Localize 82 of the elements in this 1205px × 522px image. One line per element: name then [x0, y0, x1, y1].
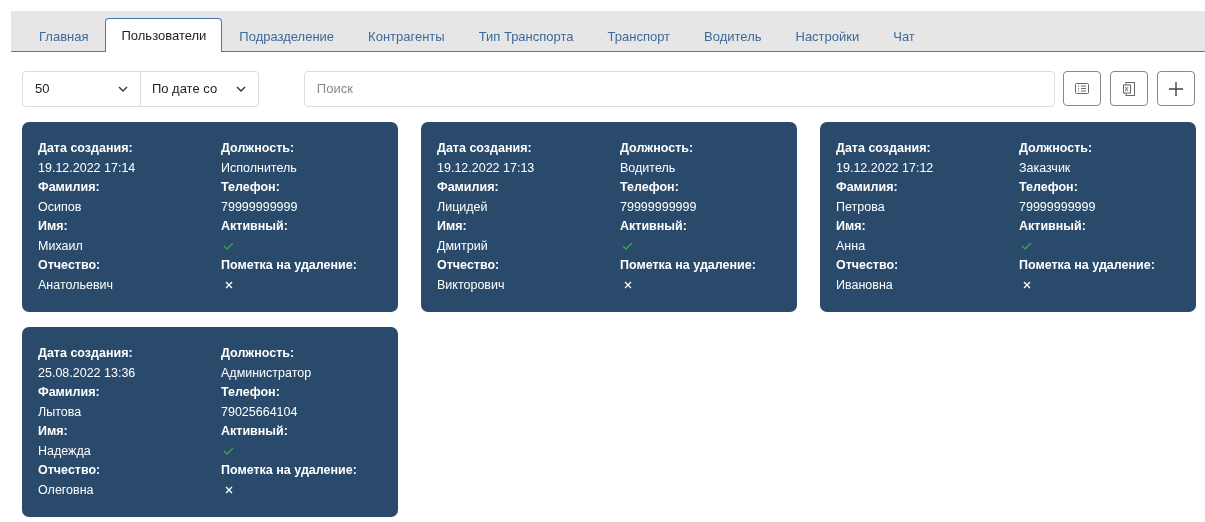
field-label: Должность: [221, 140, 296, 157]
field-value: Анна [836, 237, 866, 255]
field-label: Телефон: [221, 384, 281, 401]
field-label: Фамилия: [836, 179, 899, 196]
nav-tab[interactable]: Подразделение [222, 20, 352, 52]
field-label: Фамилия: [437, 179, 500, 196]
field-label: Имя: [437, 218, 468, 235]
field-label: Имя: [836, 218, 867, 235]
user-card[interactable]: Дата создания: 19.12.2022 17:12 Фамилия: Петрова Имя: Анна Отчество: Ивановна Должность: Заказчик Телефон: 79999999999 Активный: Пометка на удаление: [820, 122, 1196, 312]
sort-value: По дате со [151, 81, 218, 96]
field-value: Администратор [221, 364, 312, 382]
nav-tab[interactable]: Чат [876, 20, 932, 52]
nav-tab[interactable]: Главная [22, 20, 106, 52]
field-value: Водитель [620, 159, 676, 177]
field-label: Дата создания: [38, 140, 134, 157]
field-label: Имя: [38, 218, 69, 235]
add-button[interactable] [1157, 71, 1195, 106]
field-label: Активный: [221, 218, 289, 235]
nav-tab[interactable]: Пользователи [105, 18, 223, 52]
field-value: 19.12.2022 17:13 [437, 159, 535, 177]
field-value: Анатольевич [38, 276, 114, 294]
field-value: Лицидей [437, 198, 488, 216]
user-card[interactable]: Дата создания: 19.12.2022 17:14 Фамилия: Осипов Имя: Михаил Отчество: Анатольевич Должность: Исполнитель Телефон: 79999999999 Активный: Пометка на удаление: [22, 122, 398, 312]
field-value: Ивановна [836, 276, 893, 294]
field-value: Лытова [38, 403, 82, 421]
field-label: Активный: [1019, 218, 1087, 235]
plus-icon [1168, 80, 1184, 97]
field-label: Активный: [620, 218, 688, 235]
field-value: Викторович [437, 276, 505, 294]
field-label: Телефон: [1019, 179, 1079, 196]
field-label: Дата создания: [836, 140, 932, 157]
field-value: 79999999999 [1019, 198, 1096, 216]
field-value: 79999999999 [620, 198, 697, 216]
list-view-button[interactable] [1063, 71, 1102, 106]
field-value: 25.08.2022 13:36 [38, 364, 136, 382]
nav-tab[interactable]: Контрагенты [351, 20, 462, 52]
field-label: Отчество: [38, 462, 102, 479]
field-label: Телефон: [620, 179, 680, 196]
field-value: Заказчик [1019, 159, 1071, 177]
user-card[interactable]: Дата создания: 25.08.2022 13:36 Фамилия: Лытова Имя: Надежда Отчество: Олеговна Должность: Администратор Телефон: 79025664104 Активный: Пометка на удаление: [22, 327, 398, 517]
chevron-icon [235, 85, 246, 92]
field-label: Фамилия: [38, 384, 101, 401]
field-label: Дата создания: [437, 140, 533, 157]
user-card[interactable]: Дата создания: 19.12.2022 17:13 Фамилия: Лицидей Имя: Дмитрий Отчество: Викторович Должность: Водитель Телефон: 79999999999 Активный: Пометка на удаление: [421, 122, 797, 312]
field-value: 79025664104 [221, 403, 298, 421]
field-value: Олеговна [38, 481, 94, 499]
field-value: 19.12.2022 17:14 [38, 159, 136, 177]
page-size-value: 50 [35, 81, 50, 96]
field-label: Должность: [1019, 140, 1094, 157]
field-label: Пометка на удаление: [620, 257, 757, 274]
spreadsheet-icon [1123, 81, 1136, 96]
field-value: 19.12.2022 17:12 [836, 159, 934, 177]
field-value: Надежда [38, 442, 91, 460]
field-label: Телефон: [221, 179, 281, 196]
field-label: Фамилия: [38, 179, 101, 196]
field-value: Михаил [38, 237, 83, 255]
field-label: Пометка на удаление: [1019, 257, 1156, 274]
field-label: Пометка на удаление: [221, 462, 358, 479]
field-label: Имя: [38, 423, 69, 440]
field-value: Осипов [38, 198, 82, 216]
field-value: Петрова [836, 198, 885, 216]
field-label: Отчество: [38, 257, 102, 274]
field-label: Отчество: [437, 257, 501, 274]
chevron-icon [117, 85, 128, 92]
field-label: Активный: [221, 423, 289, 440]
search-field[interactable]: Поиск [303, 70, 1056, 107]
field-value: 79999999999 [221, 198, 298, 216]
field-value: Исполнитель [221, 159, 297, 177]
excel-export-button[interactable] [1110, 71, 1149, 106]
page-size-select[interactable]: 50 [22, 70, 141, 107]
sort-select[interactable]: По дате со [140, 70, 259, 107]
nav-tab[interactable]: Водитель [687, 20, 779, 52]
field-label: Должность: [221, 345, 296, 362]
nav-tab[interactable]: Настройки [778, 20, 877, 52]
nav-tab[interactable]: Тип Транспорта [461, 20, 591, 52]
field-label: Дата создания: [38, 345, 134, 362]
field-label: Пометка на удаление: [221, 257, 358, 274]
field-value: Дмитрий [437, 237, 488, 255]
field-label: Отчество: [836, 257, 900, 274]
list-icon [1075, 83, 1090, 94]
field-label: Должность: [620, 140, 695, 157]
nav-tab[interactable]: Транспорт [590, 20, 688, 52]
